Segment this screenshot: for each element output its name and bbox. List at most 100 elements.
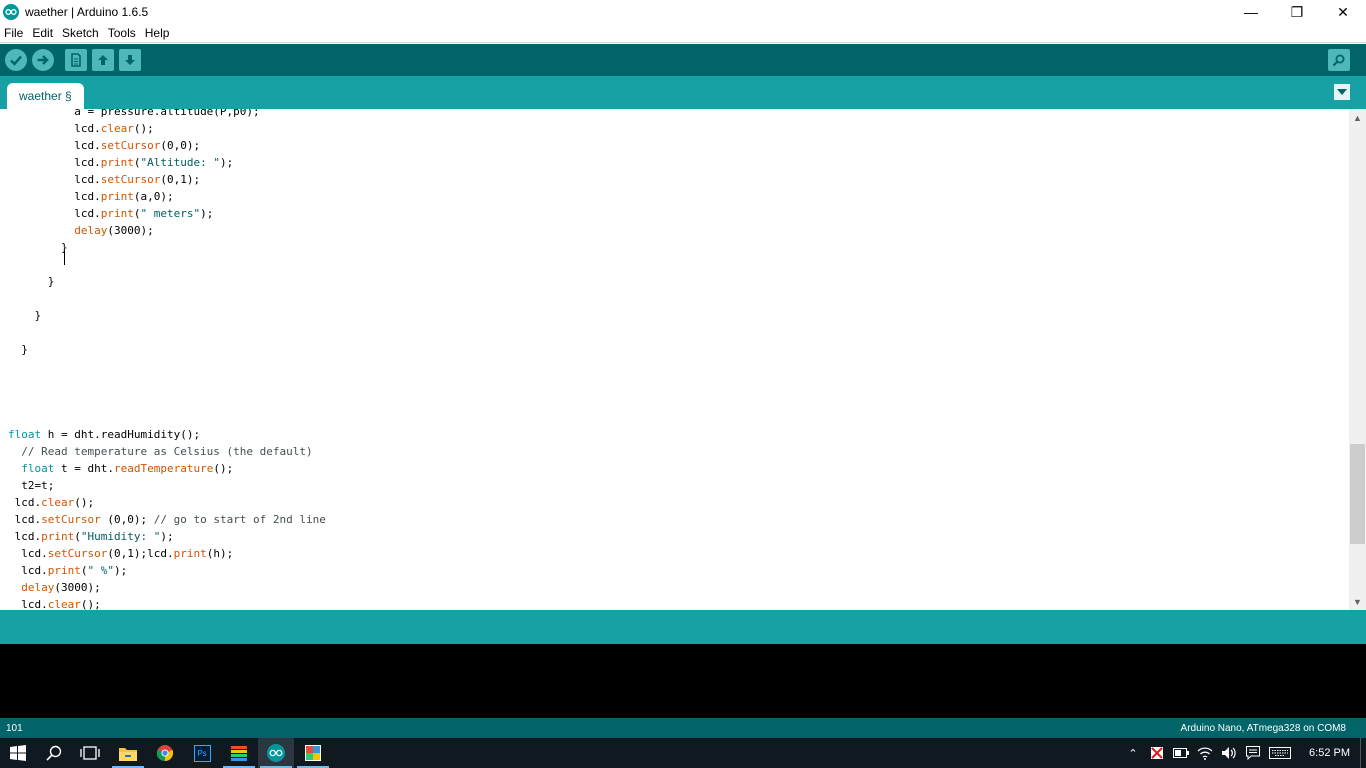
tray-security-button[interactable]	[1145, 738, 1169, 768]
code-line[interactable]: lcd.print("Humidity: ");	[8, 528, 326, 545]
code-token: );	[160, 530, 174, 543]
code-line[interactable]	[8, 392, 326, 409]
serial-monitor-button[interactable]	[1328, 49, 1350, 71]
code-line[interactable]: lcd.setCursor(0,0);	[8, 137, 326, 154]
taskbar-photoshop[interactable]: Ps	[184, 738, 220, 768]
menu-sketch[interactable]: Sketch	[58, 26, 104, 40]
code-token: lcd.	[74, 173, 101, 186]
menu-edit[interactable]: Edit	[28, 26, 58, 40]
code-line[interactable]: }	[8, 273, 326, 290]
code-line[interactable]: a = pressure.altitude(P,p0);	[8, 109, 326, 120]
tab-menu-button[interactable]	[1334, 84, 1350, 100]
tray-battery-button[interactable]	[1169, 738, 1193, 768]
tray-volume-button[interactable]	[1217, 738, 1241, 768]
code-line[interactable]: t2=t;	[8, 477, 326, 494]
taskbar-app[interactable]	[221, 738, 257, 768]
code-token: setCursor	[100, 139, 161, 152]
menu-help[interactable]: Help	[141, 26, 175, 40]
code-line[interactable]: lcd.clear();	[8, 494, 326, 511]
tab-waether[interactable]: waether §	[7, 83, 84, 109]
taskbar-clock[interactable]: 6:52 PM	[1295, 747, 1360, 759]
code-token: (0,0);	[100, 513, 154, 526]
code-line[interactable]: }	[8, 307, 326, 324]
taskbar-picture-app[interactable]	[295, 738, 331, 768]
code-line[interactable]: // Read temperature as Celsius (the defa…	[8, 443, 326, 460]
code-line[interactable]: float h = dht.readHumidity();	[8, 426, 326, 443]
tray-overflow-button[interactable]: ⌃	[1121, 738, 1145, 768]
code-token: clear	[47, 598, 81, 610]
taskbar-file-explorer[interactable]	[110, 738, 146, 768]
scroll-thumb[interactable]	[1350, 444, 1365, 544]
code-line[interactable]	[8, 290, 326, 307]
code-line[interactable]: lcd.setCursor (0,0); // go to start of 2…	[8, 511, 326, 528]
console-output[interactable]	[0, 644, 1366, 718]
code-area[interactable]: a = pressure.altitude(P,p0); lcd.clear()…	[8, 109, 326, 610]
open-sketch-button[interactable]	[92, 49, 114, 71]
text-caret	[64, 250, 65, 265]
tray-wifi-button[interactable]	[1193, 738, 1217, 768]
code-line[interactable]	[8, 324, 326, 341]
code-token: t = dht.	[54, 462, 114, 475]
taskbar-chrome[interactable]	[147, 738, 183, 768]
task-view-button[interactable]	[72, 738, 108, 768]
code-token: clear	[100, 122, 134, 135]
code-line[interactable]: lcd.print("Altitude: ");	[8, 154, 326, 171]
code-line[interactable]: }	[8, 239, 326, 256]
photoshop-icon: Ps	[193, 744, 211, 762]
code-token: );	[200, 207, 214, 220]
code-line[interactable]: }	[8, 341, 326, 358]
code-line[interactable]	[8, 375, 326, 392]
verify-button[interactable]	[5, 49, 27, 71]
code-line[interactable]	[8, 358, 326, 375]
minimize-button[interactable]: —	[1228, 0, 1274, 24]
code-line[interactable]: lcd.print(" meters");	[8, 205, 326, 222]
restore-button[interactable]: ❐	[1274, 0, 1320, 24]
code-token: (0,1);	[160, 173, 201, 186]
tray-notifications-button[interactable]	[1241, 738, 1265, 768]
code-line[interactable]: lcd.setCursor(0,1);lcd.print(h);	[8, 545, 326, 562]
battery-icon	[1173, 748, 1190, 758]
scroll-down-arrow[interactable]: ▼	[1349, 593, 1366, 610]
code-token: (h);	[206, 547, 234, 560]
code-token: lcd.	[14, 496, 42, 509]
save-sketch-button[interactable]	[119, 49, 141, 71]
menu-file[interactable]: File	[0, 26, 28, 40]
start-button[interactable]	[0, 738, 36, 768]
code-token: (	[80, 564, 88, 577]
code-line[interactable]	[8, 409, 326, 426]
code-line[interactable]: lcd.clear();	[8, 120, 326, 137]
code-token: (	[74, 530, 81, 543]
code-editor[interactable]: a = pressure.altitude(P,p0); lcd.clear()…	[0, 109, 1366, 610]
tray-keyboard-button[interactable]	[1265, 738, 1295, 768]
close-button[interactable]: ✕	[1320, 0, 1366, 24]
code-token: lcd.	[21, 598, 48, 610]
menu-bar: File Edit Sketch Tools Help	[0, 24, 1366, 43]
code-line[interactable]: lcd.setCursor(0,1);	[8, 171, 326, 188]
upload-icon	[37, 55, 49, 65]
code-line[interactable]	[8, 256, 326, 273]
taskbar-arduino[interactable]	[258, 738, 294, 768]
search-button[interactable]	[36, 738, 72, 768]
code-line[interactable]: delay(3000);	[8, 579, 326, 596]
keyboard-icon	[1269, 747, 1292, 759]
code-token: lcd.	[74, 190, 101, 203]
show-desktop-button[interactable]	[1360, 738, 1366, 768]
code-line[interactable]: lcd.clear();	[8, 596, 326, 610]
code-line[interactable]: lcd.print(" %");	[8, 562, 326, 579]
tab-label: waether §	[19, 89, 72, 103]
code-line[interactable]: float t = dht.readTemperature();	[8, 460, 326, 477]
code-line[interactable]: delay(3000);	[8, 222, 326, 239]
upload-button[interactable]	[32, 49, 54, 71]
new-icon	[71, 53, 81, 67]
new-sketch-button[interactable]	[65, 49, 87, 71]
menu-tools[interactable]: Tools	[104, 26, 141, 40]
code-token: setCursor	[47, 547, 108, 560]
scroll-up-arrow[interactable]: ▲	[1349, 109, 1366, 126]
vertical-scrollbar[interactable]: ▲ ▼	[1349, 109, 1366, 610]
code-line[interactable]: lcd.print(a,0);	[8, 188, 326, 205]
